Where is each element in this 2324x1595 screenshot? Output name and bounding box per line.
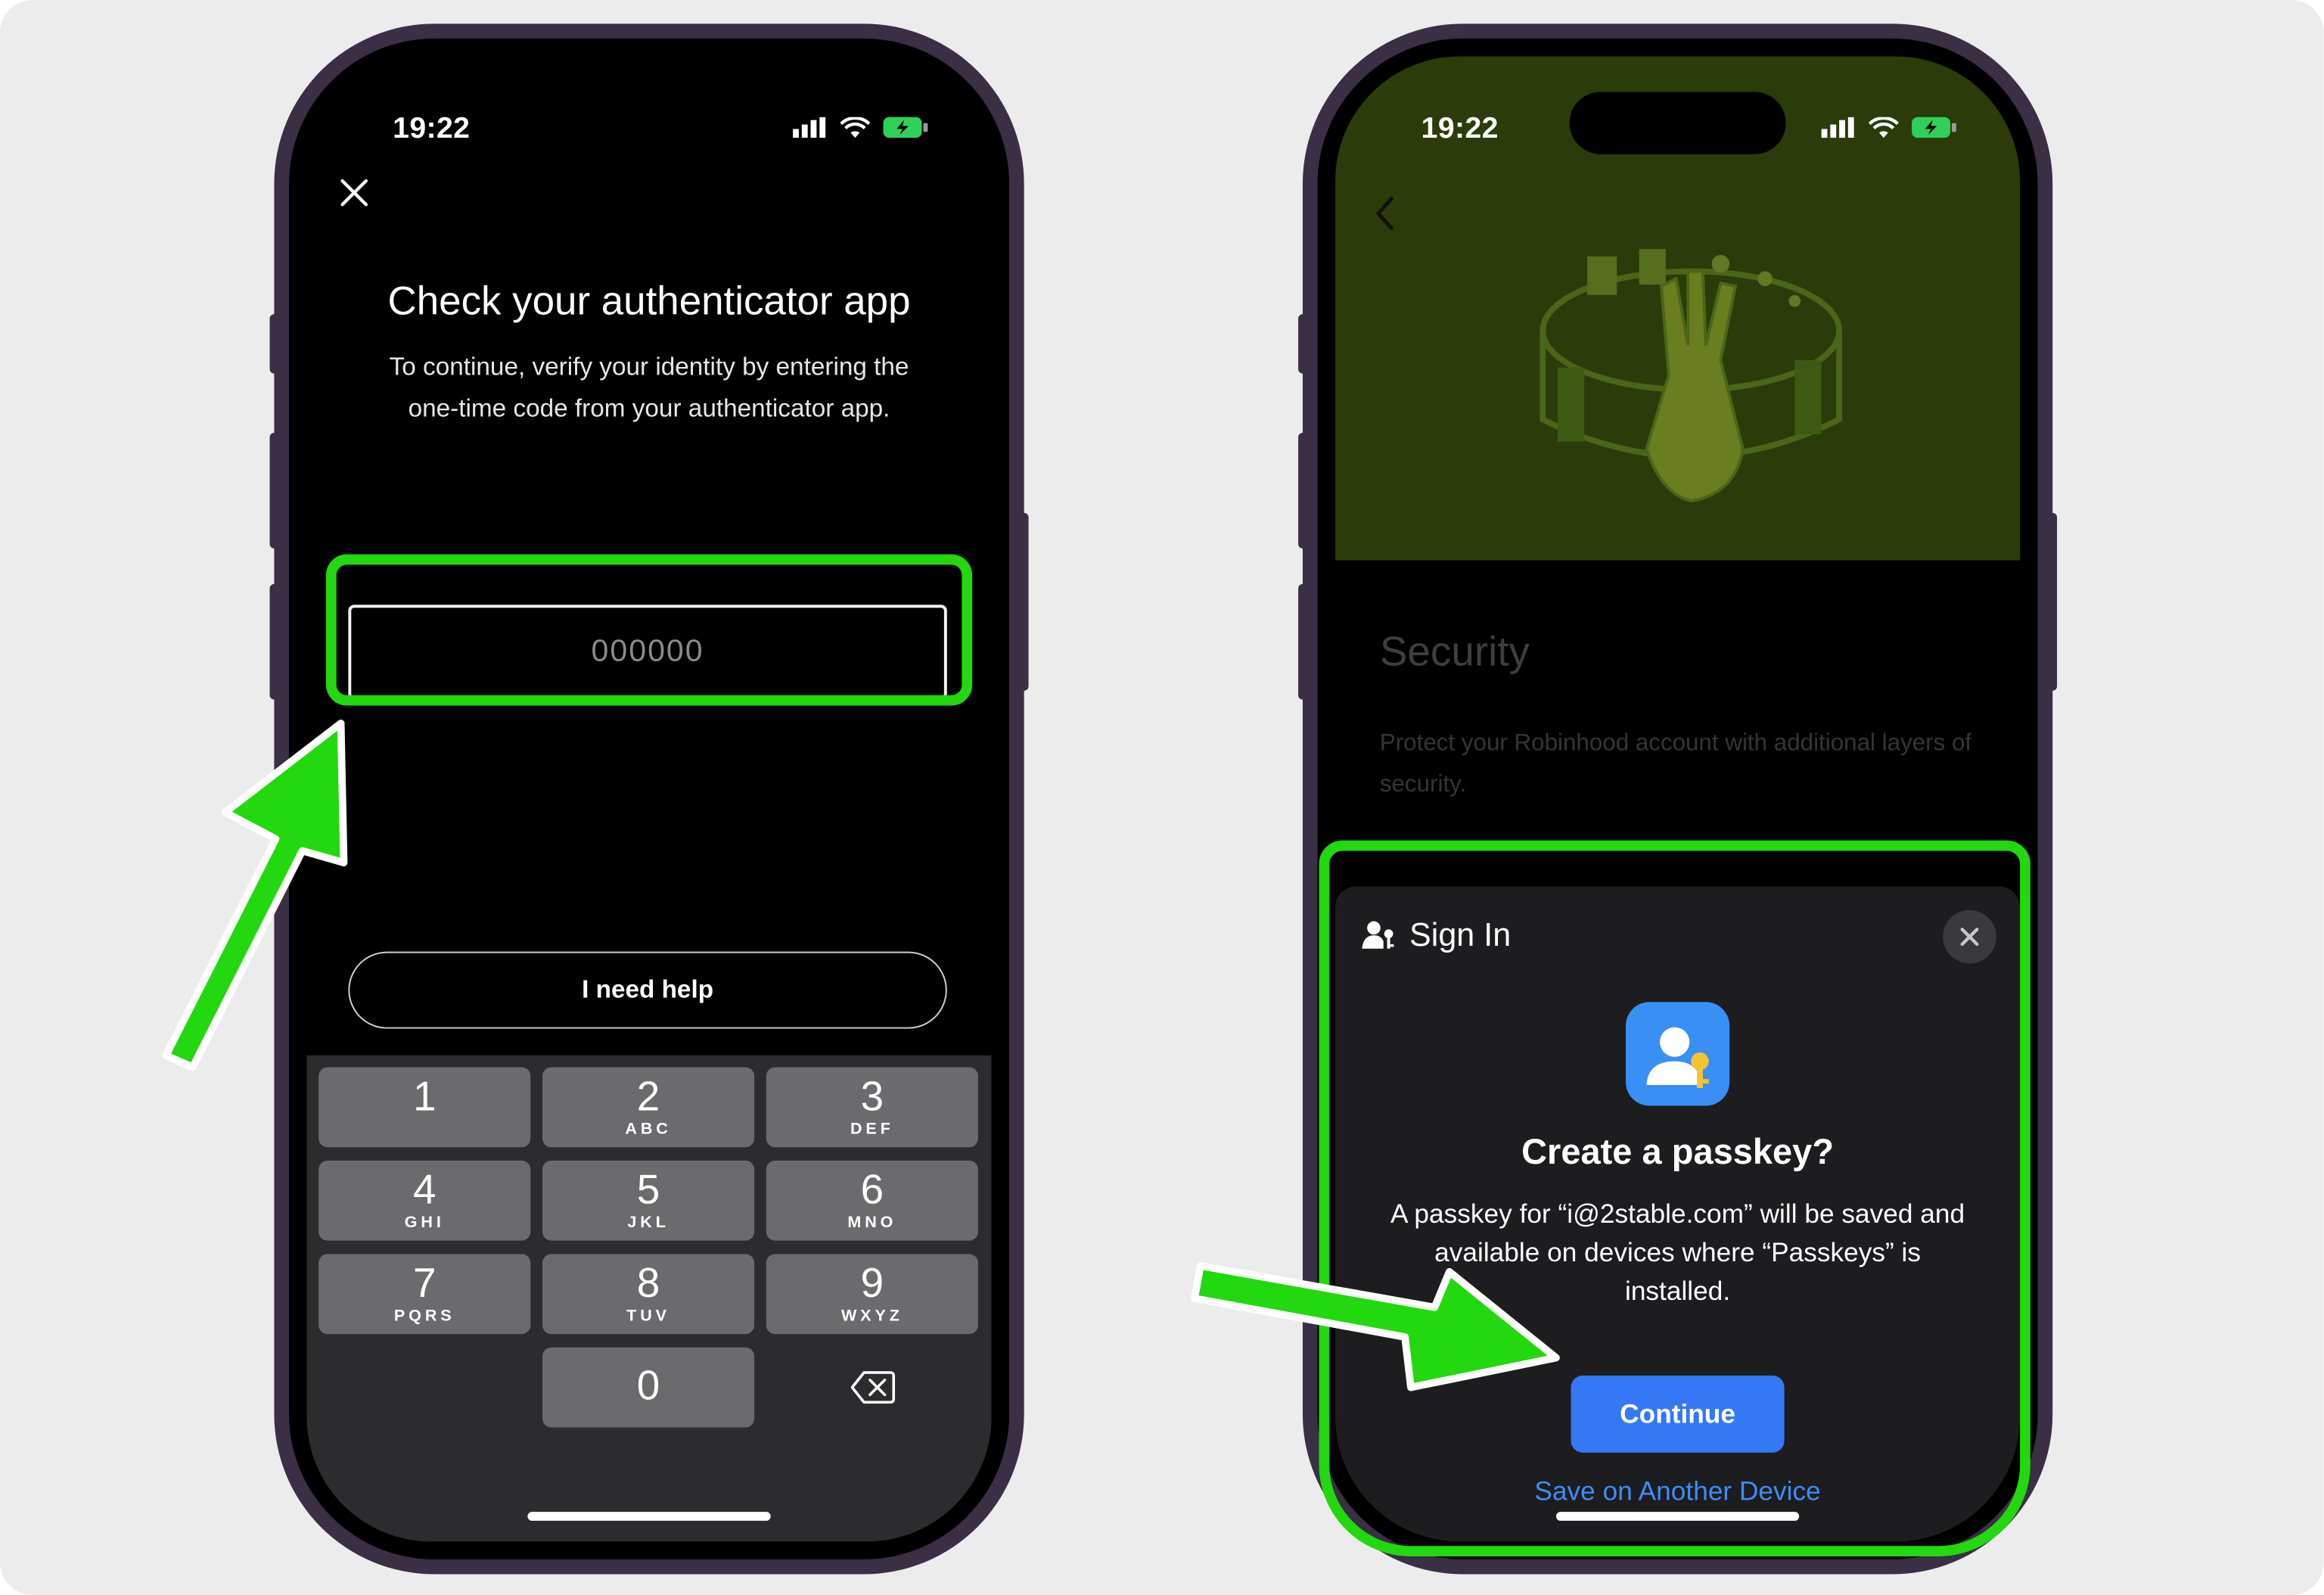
arrow-to-continue <box>1191 1262 1560 1391</box>
annotation-arrows <box>162 720 1560 1391</box>
arrow-to-code-input <box>162 720 348 1071</box>
screenshot-root: 19:22 Check your authenticator app To co… <box>0 0 2324 1595</box>
